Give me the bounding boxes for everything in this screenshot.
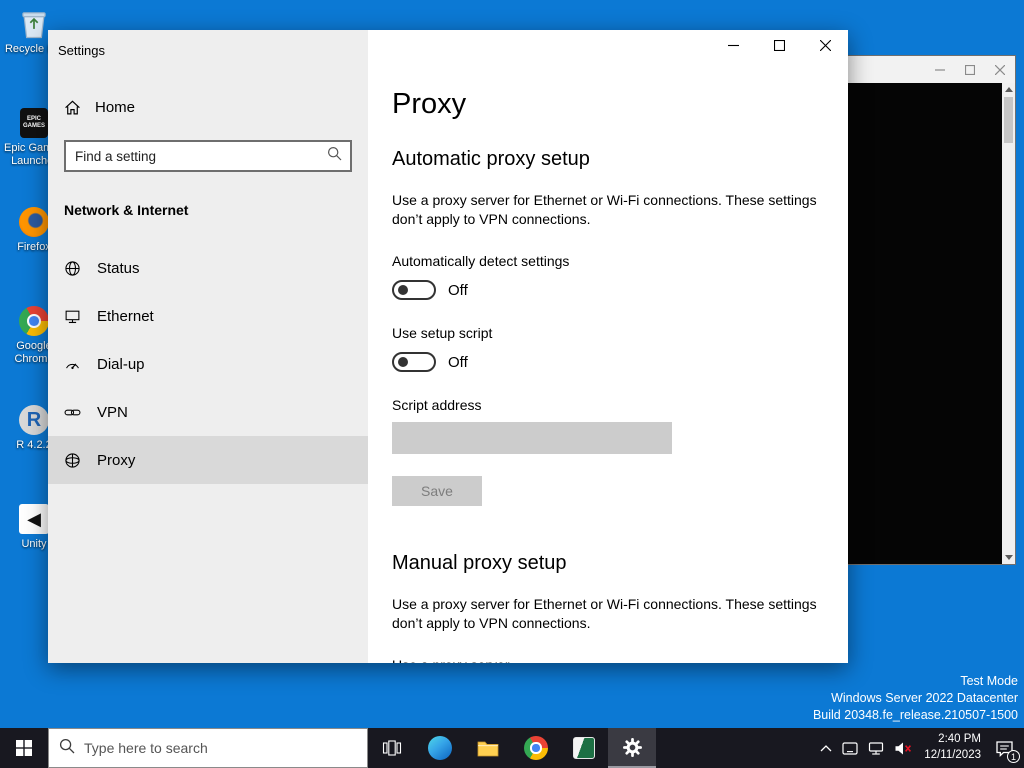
use-setup-script-label: Use setup script bbox=[392, 325, 493, 342]
epic-games-icon: EPIC GAMES bbox=[18, 107, 50, 139]
detect-settings-toggle[interactable] bbox=[392, 280, 436, 301]
r-icon: R bbox=[18, 404, 50, 436]
taskbar: 2:40 PM 12/11/2023 1 bbox=[0, 728, 1024, 768]
window-title: Settings bbox=[58, 43, 105, 58]
chrome-icon bbox=[18, 305, 50, 337]
ethernet-icon bbox=[64, 308, 81, 325]
scroll-up-icon[interactable] bbox=[1002, 83, 1015, 96]
sidebar-item-dialup[interactable]: Dial-up bbox=[48, 340, 368, 388]
file-explorer-icon[interactable] bbox=[464, 728, 512, 768]
settings-content: Proxy Automatic proxy setup Use a proxy … bbox=[368, 30, 848, 663]
recycle-bin-icon bbox=[18, 8, 50, 40]
sidebar-section-title: Network & Internet bbox=[64, 202, 189, 218]
page-title: Proxy bbox=[392, 88, 467, 120]
tray-chevron-up-icon[interactable] bbox=[815, 728, 837, 768]
task-view-button[interactable] bbox=[368, 728, 416, 768]
sidebar-item-status[interactable]: Status bbox=[48, 244, 368, 292]
settings-gear-icon[interactable] bbox=[608, 728, 656, 768]
notification-badge: 1 bbox=[1007, 750, 1020, 763]
network-icon[interactable] bbox=[863, 728, 889, 768]
sidebar-nav: Status Ethernet Dial-up VPN Proxy bbox=[48, 244, 368, 484]
dialup-icon bbox=[64, 356, 81, 373]
close-icon[interactable] bbox=[802, 30, 848, 60]
save-button[interactable]: Save bbox=[392, 476, 482, 507]
scrollbar[interactable] bbox=[1002, 83, 1015, 564]
sidebar-item-home[interactable]: Home bbox=[64, 94, 368, 120]
globe-icon bbox=[64, 260, 81, 277]
toggle-knob bbox=[398, 357, 408, 368]
scrollbar-thumb[interactable] bbox=[1004, 97, 1013, 143]
watermark-line-3: Build 20348.fe_release.210507-1500 bbox=[812, 708, 1018, 723]
sidebar-item-ethernet[interactable]: Ethernet bbox=[48, 292, 368, 340]
unity-icon: ◀ bbox=[18, 503, 50, 535]
taskbar-clock[interactable]: 2:40 PM 12/11/2023 bbox=[917, 728, 988, 768]
minimize-icon[interactable] bbox=[710, 30, 756, 60]
scrollbar-track bbox=[1002, 144, 1015, 551]
green-app-icon[interactable] bbox=[560, 728, 608, 768]
manual-proxy-heading: Manual proxy setup bbox=[392, 552, 567, 575]
settings-search-box[interactable] bbox=[64, 140, 352, 172]
proxy-globe-icon bbox=[64, 452, 81, 469]
search-icon bbox=[327, 146, 342, 166]
script-address-input[interactable] bbox=[392, 422, 672, 455]
settings-sidebar: Settings Home Network & Internet bbox=[48, 30, 368, 663]
watermark-line-2: Windows Server 2022 Datacenter bbox=[831, 691, 1018, 706]
sidebar-item-label: Status bbox=[97, 259, 140, 277]
watermark-line-1: Test Mode bbox=[960, 674, 1018, 689]
sidebar-item-label: VPN bbox=[97, 403, 128, 421]
volume-muted-icon[interactable] bbox=[889, 728, 917, 768]
taskbar-empty-area bbox=[656, 728, 815, 768]
search-icon bbox=[59, 738, 75, 759]
scroll-down-icon[interactable] bbox=[1002, 551, 1015, 564]
use-setup-script-toggle-row: Off bbox=[392, 352, 824, 373]
manual-proxy-description: Use a proxy server for Ethernet or Wi-Fi… bbox=[392, 596, 817, 631]
sidebar-item-proxy[interactable]: Proxy bbox=[48, 436, 368, 484]
minimize-icon[interactable] bbox=[925, 56, 955, 83]
sidebar-item-label: Ethernet bbox=[97, 307, 154, 325]
desktop: Recycle Bin EPIC GAMES Epic Games Launch… bbox=[0, 0, 1024, 768]
taskbar-search-input[interactable] bbox=[84, 740, 357, 756]
toggle-state-label: Off bbox=[448, 281, 468, 299]
automatic-proxy-description: Use a proxy server for Ethernet or Wi-Fi… bbox=[392, 192, 817, 227]
sidebar-item-label: Dial-up bbox=[97, 355, 145, 373]
tray-tablet-icon[interactable] bbox=[837, 728, 863, 768]
close-icon[interactable] bbox=[985, 56, 1015, 83]
sidebar-item-vpn[interactable]: VPN bbox=[48, 388, 368, 436]
start-button[interactable] bbox=[0, 728, 48, 768]
chrome-icon[interactable] bbox=[512, 728, 560, 768]
automatic-proxy-heading: Automatic proxy setup bbox=[392, 148, 590, 170]
use-setup-script-toggle[interactable] bbox=[392, 352, 436, 373]
detect-settings-label: Automatically detect settings bbox=[392, 253, 570, 270]
toggle-knob bbox=[398, 285, 408, 296]
clock-date: 12/11/2023 bbox=[924, 749, 981, 761]
toggle-state-label: Off bbox=[448, 353, 468, 371]
home-icon bbox=[64, 99, 81, 116]
sidebar-home-label: Home bbox=[95, 98, 136, 116]
use-proxy-server-label: Use a proxy server bbox=[392, 657, 824, 663]
system-tray: 2:40 PM 12/11/2023 1 bbox=[815, 728, 1024, 768]
action-center-icon[interactable]: 1 bbox=[988, 728, 1024, 768]
script-address-label: Script address bbox=[392, 397, 482, 414]
settings-search-input[interactable] bbox=[75, 148, 327, 164]
window-controls bbox=[710, 30, 848, 60]
maximize-icon[interactable] bbox=[756, 30, 802, 60]
clock-time: 2:40 PM bbox=[938, 733, 981, 746]
firefox-icon bbox=[18, 206, 50, 238]
sidebar-item-label: Proxy bbox=[97, 451, 136, 469]
settings-window: Settings Home Network & Internet bbox=[48, 30, 848, 663]
detect-settings-toggle-row: Off bbox=[392, 280, 824, 301]
edge-icon[interactable] bbox=[416, 728, 464, 768]
taskbar-search-box[interactable] bbox=[48, 728, 368, 768]
vpn-icon bbox=[64, 404, 81, 421]
test-mode-watermark: Test Mode Windows Server 2022 Datacenter… bbox=[813, 673, 1018, 724]
maximize-icon[interactable] bbox=[955, 56, 985, 83]
